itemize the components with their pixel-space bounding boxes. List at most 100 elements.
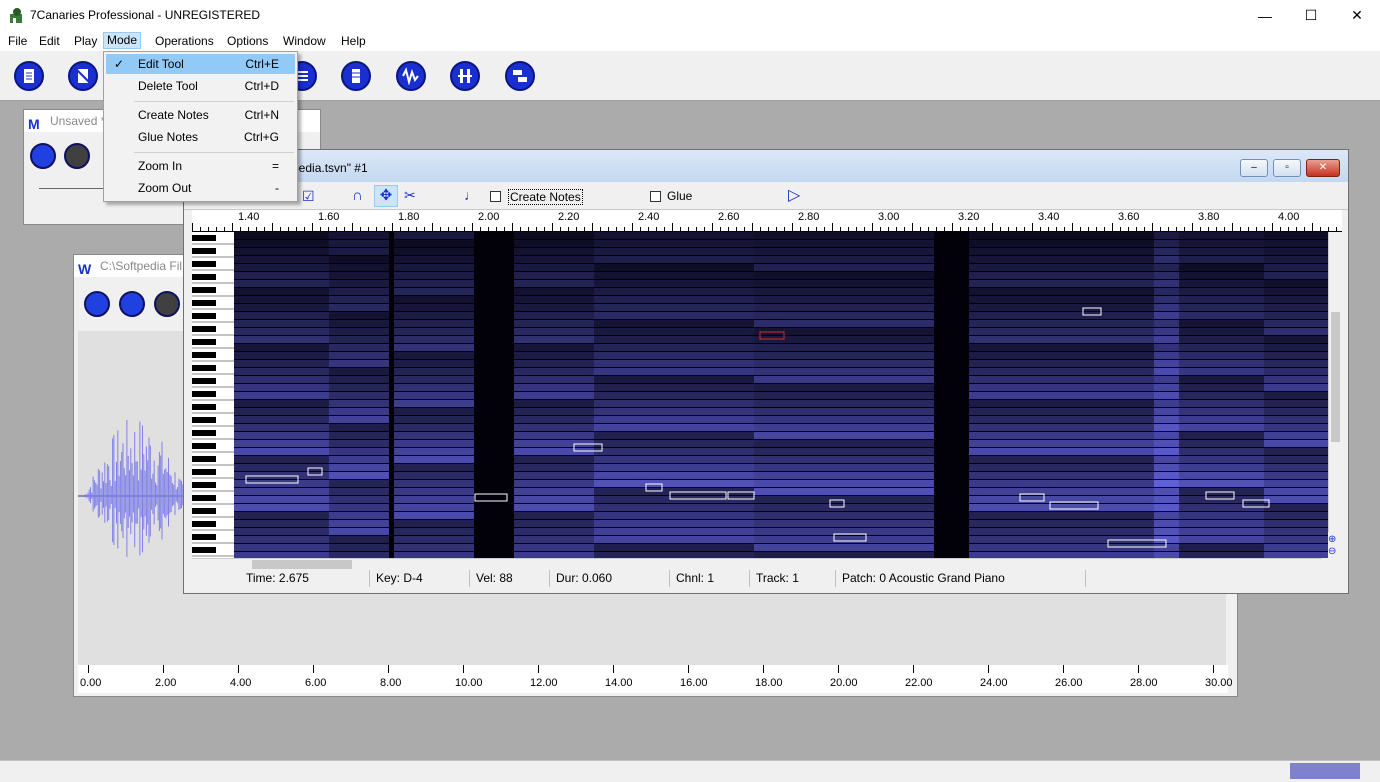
vertical-scrollbar[interactable] [1328, 232, 1342, 532]
menu-help[interactable]: Help [338, 33, 369, 50]
ruler-tick [520, 227, 521, 231]
vertical-scroll-thumb[interactable] [1331, 312, 1340, 442]
new-document-button[interactable] [14, 61, 44, 91]
pause-button[interactable] [64, 143, 90, 169]
ruler-tick [1056, 227, 1057, 231]
ruler-tick [1016, 227, 1017, 231]
maximize-button[interactable]: ☐ [1288, 0, 1334, 31]
menu-file[interactable]: File [5, 33, 30, 50]
play-button[interactable] [119, 291, 145, 317]
ruler-tick [856, 227, 857, 231]
ruler-tick [640, 227, 641, 231]
child-minimize-button[interactable]: – [1240, 159, 1268, 177]
menu-item-create-notes[interactable]: Create Notes Ctrl+N [106, 105, 295, 125]
menu-play[interactable]: Play [71, 33, 100, 50]
ruler-tick [208, 227, 209, 231]
ruler-tick [1024, 227, 1025, 231]
ruler-tick [872, 223, 873, 231]
ruler-label: 4.00 [230, 677, 252, 689]
play-icon[interactable]: ▷ [788, 185, 800, 205]
minimize-button[interactable]: — [1242, 0, 1288, 31]
ruler-tick [576, 227, 577, 231]
menu-item-delete-tool[interactable]: Delete Tool Ctrl+D [106, 76, 295, 96]
piano-roll-window[interactable]: pedia.tsvn" #1 – ▫ ✕ ☑ ∩ ✥ ✂ ♩ Create No… [183, 149, 1349, 594]
menu-window[interactable]: Window [280, 33, 329, 50]
menu-item-glue-notes[interactable]: Glue Notes Ctrl+G [106, 127, 295, 147]
ruler-tick [238, 665, 239, 673]
scissors-icon[interactable]: ✂ [404, 187, 416, 204]
ruler-tick [1256, 227, 1257, 231]
zoom-out-icon[interactable]: ⊖ [1328, 546, 1344, 558]
glue-label[interactable]: Glue [667, 189, 692, 203]
ruler-tick [696, 227, 697, 231]
menu-item-zoom-in[interactable]: Zoom In = [106, 156, 295, 176]
note[interactable] [474, 493, 508, 502]
menu-item-zoom-out[interactable]: Zoom Out - [106, 178, 295, 198]
menu-edit[interactable]: Edit [36, 33, 63, 50]
ruler-label: 2.00 [155, 677, 177, 689]
ruler-tick [888, 227, 889, 231]
menu-operations[interactable]: Operations [152, 33, 217, 50]
spectrogram-view[interactable] [234, 232, 1328, 558]
ruler-tick [688, 665, 689, 673]
menu-item-edit-tool[interactable]: ✓ Edit Tool Ctrl+E [106, 54, 295, 74]
waveform-window-title: C:\Softpedia Fil [100, 259, 183, 273]
loop-icon[interactable]: ∩ [352, 187, 363, 204]
menu-options[interactable]: Options [224, 33, 271, 50]
horizontal-scroll-thumb[interactable] [252, 560, 352, 569]
split-button[interactable] [450, 61, 480, 91]
stack-button[interactable] [505, 61, 535, 91]
glue-checkbox[interactable] [650, 191, 661, 202]
black-key [192, 313, 216, 319]
create-notes-label[interactable]: Create Notes [508, 189, 583, 205]
menu-mode[interactable]: Mode [103, 32, 142, 49]
ruler-tick [464, 227, 465, 231]
ruler-tick [824, 227, 825, 231]
new-document-icon [24, 69, 34, 83]
ruler-tick [1224, 227, 1225, 231]
ruler-tick [744, 227, 745, 231]
ruler-tick [664, 227, 665, 231]
ruler-tick [1032, 223, 1033, 231]
child-restore-button[interactable]: ▫ [1273, 159, 1301, 177]
ruler-tick [1112, 223, 1113, 231]
waveform-button[interactable] [396, 61, 426, 91]
close-document-button[interactable] [68, 61, 98, 91]
close-button[interactable]: ✕ [1334, 0, 1380, 31]
piano-keyboard[interactable] [192, 232, 234, 558]
ruler-tick [1336, 227, 1337, 231]
ruler-tick [264, 227, 265, 231]
black-key [192, 417, 216, 423]
ruler-tick [1240, 227, 1241, 231]
ruler-tick [320, 227, 321, 231]
child-close-button[interactable]: ✕ [1306, 159, 1340, 177]
checkbox-tool-icon[interactable]: ☑ [302, 188, 315, 205]
ruler-tick [1288, 227, 1289, 231]
note-tool-icon[interactable]: ♩ [464, 187, 478, 203]
ruler-label: 1.80 [398, 211, 420, 223]
pause-button[interactable] [154, 291, 180, 317]
play-from-start-button[interactable] [84, 291, 110, 317]
ruler-tick [960, 227, 961, 231]
move-tool-icon[interactable]: ✥ [374, 185, 398, 207]
create-notes-checkbox[interactable] [490, 191, 501, 202]
ruler-label: 16.00 [680, 677, 708, 689]
ruler-tick [608, 227, 609, 231]
ruler-tick [904, 227, 905, 231]
black-key [192, 378, 216, 384]
list-alt-button[interactable] [341, 61, 371, 91]
ruler-tick [512, 223, 513, 231]
list-alt-icon [352, 69, 360, 83]
ruler-tick [1296, 227, 1297, 231]
piano-roll-title: pedia.tsvn" #1 [292, 161, 368, 175]
ruler-label: 2.00 [478, 211, 500, 223]
ruler-label: 30.00 [1205, 677, 1233, 689]
ruler-tick [538, 665, 539, 673]
piano-roll-titlebar[interactable]: pedia.tsvn" #1 – ▫ ✕ [184, 150, 1348, 182]
ruler-tick [712, 223, 713, 231]
ruler-tick [344, 227, 345, 231]
play-button[interactable] [30, 143, 56, 169]
ruler-tick [1168, 227, 1169, 231]
horizontal-scrollbar[interactable] [192, 558, 1322, 570]
ruler-label: 28.00 [1130, 677, 1158, 689]
